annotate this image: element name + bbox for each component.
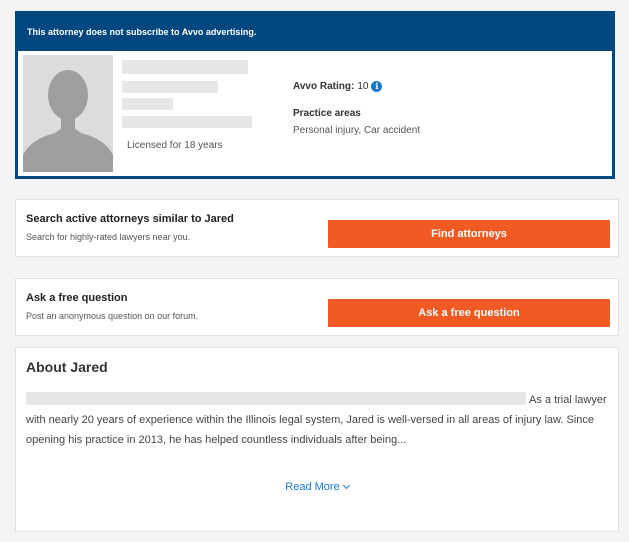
find-attorneys-button[interactable]: Find attorneys <box>328 220 610 248</box>
name-placeholder <box>122 60 248 74</box>
rating-label: Avvo Rating: <box>293 81 355 92</box>
free-question-card: Ask a free question Post an anonymous qu… <box>15 278 619 336</box>
text-placeholder <box>26 392 526 405</box>
read-more-link[interactable]: Read More <box>16 481 618 493</box>
info-placeholder <box>122 81 218 93</box>
free-question-title: Ask a free question <box>26 292 128 304</box>
info-placeholder <box>122 98 173 110</box>
about-card: About Jared As a trial lawyer with nearl… <box>15 347 619 532</box>
avvo-rating: Avvo Rating: 10 i <box>293 81 383 92</box>
read-more-label[interactable]: Read More <box>285 481 339 493</box>
no-advertising-banner: This attorney does not subscribe to Avvo… <box>18 14 612 51</box>
attorney-profile-card: This attorney does not subscribe to Avvo… <box>15 11 615 179</box>
licensed-years: Licensed for 18 years <box>127 140 223 151</box>
chevron-down-icon <box>342 481 350 490</box>
similar-attorneys-subtitle: Search for highly-rated lawyers near you… <box>26 232 191 242</box>
practice-areas-title: Practice areas <box>293 108 361 119</box>
avatar <box>23 55 113 172</box>
practice-areas-value: Personal injury, Car accident <box>293 125 421 136</box>
rating-value: 10 <box>357 81 369 92</box>
about-title: About Jared <box>26 359 108 375</box>
about-text: As a trial lawyer with nearly 20 years o… <box>26 390 612 450</box>
similar-attorneys-card: Search active attorneys similar to Jared… <box>15 199 619 257</box>
similar-attorneys-title: Search active attorneys similar to Jared <box>26 213 234 225</box>
avatar-placeholder-icon <box>23 55 113 172</box>
info-icon[interactable]: i <box>371 81 383 92</box>
ask-question-button[interactable]: Ask a free question <box>328 299 610 327</box>
free-question-subtitle: Post an anonymous question on our forum. <box>26 311 199 321</box>
info-placeholder <box>122 116 252 128</box>
profile-body: Licensed for 18 years Avvo Rating: 10 i … <box>18 51 612 176</box>
